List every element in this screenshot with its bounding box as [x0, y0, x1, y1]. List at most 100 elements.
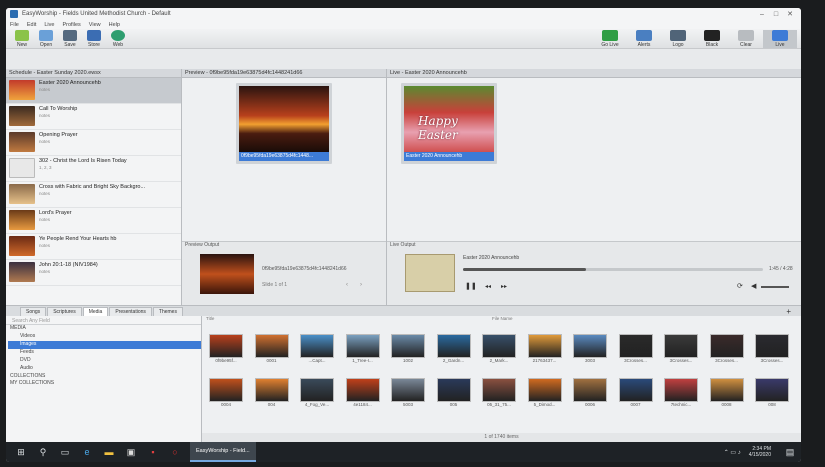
media-item[interactable]: 0006: [570, 378, 610, 408]
media-item[interactable]: 3Crosses...: [661, 334, 701, 364]
store-icon[interactable]: ▣: [120, 445, 142, 459]
media-item[interactable]: 2_Gardn...: [434, 334, 474, 364]
loop-icon[interactable]: ⟳: [737, 282, 743, 290]
media-item[interactable]: 3003: [570, 334, 610, 364]
alerts-button[interactable]: Alerts: [627, 29, 661, 48]
column-filename[interactable]: File Name: [492, 316, 513, 323]
tab-themes[interactable]: Themes: [152, 307, 183, 316]
live-slide[interactable]: Happy Easter Easter 2020 Announcehb: [401, 83, 497, 164]
media-item[interactable]: 0007: [616, 378, 656, 408]
tray-icons[interactable]: ⌃ ▭ ♪: [724, 449, 741, 456]
schedule-header: Schedule - Easter Sunday 2020.ewsx: [6, 69, 181, 78]
go-live-button[interactable]: Go Live: [593, 29, 627, 48]
media-item[interactable]: 3Crosses...: [707, 334, 747, 364]
search-input[interactable]: Search Any Field: [6, 316, 201, 325]
schedule-item[interactable]: John 20:1-18 (NIV1984) notes: [6, 260, 181, 286]
media-item[interactable]: 2_Mark...: [479, 334, 519, 364]
schedule-item[interactable]: 302 - Christ the Lord Is Risen Today 1, 2…: [6, 156, 181, 182]
save-button[interactable]: Save: [58, 29, 82, 48]
pause-icon[interactable]: ❚❚: [465, 282, 477, 290]
schedule-item[interactable]: Ye People Rend Your Hearts hb notes: [6, 234, 181, 260]
media-item[interactable]: 3Crosses...: [752, 334, 792, 364]
media-thumbnail: [300, 378, 334, 402]
logo-button[interactable]: Logo: [661, 29, 695, 48]
schedule-item-title: Lord's Prayer: [39, 210, 72, 216]
tab-presentations[interactable]: Presentations: [109, 307, 152, 316]
media-item[interactable]: 7technic...: [661, 378, 701, 408]
volume-icon[interactable]: ◀: [751, 282, 756, 290]
open-button[interactable]: Open: [34, 29, 58, 48]
schedule-item[interactable]: Cross with Fabric and Bright Sky Backgro…: [6, 182, 181, 208]
live-toggle-button[interactable]: Live: [763, 29, 797, 48]
menu-file[interactable]: File: [10, 22, 19, 28]
clear-button[interactable]: Clear: [729, 29, 763, 48]
media-item[interactable]: 0001: [252, 334, 292, 364]
media-item[interactable]: 1002: [388, 334, 428, 364]
media-item[interactable]: 3Crosses...: [616, 334, 656, 364]
preview-slide[interactable]: 0f9be95fda19e63875d4fc1448...: [236, 83, 332, 164]
add-icon[interactable]: +: [786, 307, 791, 316]
schedule-item[interactable]: Easter 2020 Announcehb notes: [6, 78, 181, 104]
edge-browser-icon[interactable]: e: [76, 445, 98, 459]
notification-icon[interactable]: ▤: [779, 445, 801, 459]
tree-item-dvd[interactable]: DVD: [8, 357, 201, 365]
media-item[interactable]: 05_31_75...: [479, 378, 519, 408]
next-slide-arrow-icon[interactable]: ›: [360, 282, 362, 288]
media-item[interactable]: 0f9be95f...: [206, 334, 246, 364]
media-item[interactable]: 008: [752, 378, 792, 408]
volume-slider[interactable]: [761, 286, 789, 288]
tree-item-videos[interactable]: Videos: [8, 333, 201, 341]
tree-item-images[interactable]: Images: [8, 340, 201, 349]
black-button[interactable]: Black: [695, 29, 729, 48]
tree-item-feeds[interactable]: Feeds: [8, 349, 201, 357]
maximize-icon[interactable]: □: [769, 11, 783, 18]
tab-media[interactable]: Media: [82, 307, 109, 316]
schedule-item[interactable]: Lord's Prayer notes: [6, 208, 181, 234]
minimize-icon[interactable]: –: [755, 11, 769, 18]
logo-icon: [670, 29, 686, 41]
media-item[interactable]: 21763437...: [525, 334, 565, 364]
media-thumbnail: [527, 334, 562, 358]
media-item[interactable]: 5_Dimod...: [525, 378, 565, 408]
schedule-title: Schedule - Easter Sunday 2020.ewsx: [9, 70, 101, 76]
opera-browser-icon[interactable]: ○: [164, 445, 186, 459]
tab-scriptures[interactable]: Scriptures: [47, 307, 82, 316]
menu-live[interactable]: Live: [44, 22, 54, 28]
media-item[interactable]: 004: [252, 378, 292, 408]
search-icon[interactable]: ⚲: [32, 445, 54, 459]
new-button[interactable]: New: [10, 29, 34, 48]
file-explorer-icon[interactable]: ▬: [98, 445, 120, 459]
schedule-item[interactable]: Opening Prayer notes: [6, 130, 181, 156]
system-clock[interactable]: 2:34 PM 4/15/2020: [749, 446, 771, 458]
tree-item-audio[interactable]: Audio: [8, 365, 201, 373]
menu-view[interactable]: View: [89, 22, 101, 28]
media-item[interactable]: 0004: [206, 378, 246, 408]
column-title[interactable]: Title: [202, 316, 492, 323]
media-item[interactable]: 4e1184...: [343, 378, 383, 408]
schedule-item[interactable]: Call To Worship notes: [6, 104, 181, 130]
prev-slide-arrow-icon[interactable]: ‹: [346, 282, 348, 288]
media-item[interactable]: 0008: [707, 378, 747, 408]
forward-icon[interactable]: ▸▸: [501, 283, 507, 290]
media-item[interactable]: ...Capt...: [297, 334, 337, 364]
menu-edit[interactable]: Edit: [27, 22, 36, 28]
close-icon[interactable]: ✕: [783, 10, 797, 18]
media-item[interactable]: 5003: [388, 378, 428, 408]
live-time: 1:45 / 4:28: [769, 266, 793, 272]
live-slide-caption: Easter 2020 Announcehb: [404, 152, 494, 161]
live-progress-track[interactable]: [463, 268, 763, 271]
media-item[interactable]: 1_Tree-I...: [343, 334, 383, 364]
task-view-icon[interactable]: ▭: [54, 445, 76, 459]
media-item[interactable]: 4_Fog_Ve...: [297, 378, 337, 408]
menu-help[interactable]: Help: [109, 22, 120, 28]
media-item[interactable]: 005: [434, 378, 474, 408]
tab-songs[interactable]: Songs: [20, 307, 47, 316]
windows-start-icon[interactable]: ⊞: [10, 445, 32, 459]
library-panel: Search Any Field MEDIA Videos Images Fee…: [6, 316, 202, 442]
web-button[interactable]: Web: [106, 29, 130, 48]
rewind-icon[interactable]: ◂◂: [485, 283, 491, 290]
menu-profiles[interactable]: Profiles: [62, 22, 80, 28]
pdf-app-icon[interactable]: ▪: [142, 445, 164, 459]
taskbar-easyworship-app[interactable]: EasyWorship - Field...: [190, 442, 256, 462]
store-button[interactable]: Store: [82, 29, 106, 48]
